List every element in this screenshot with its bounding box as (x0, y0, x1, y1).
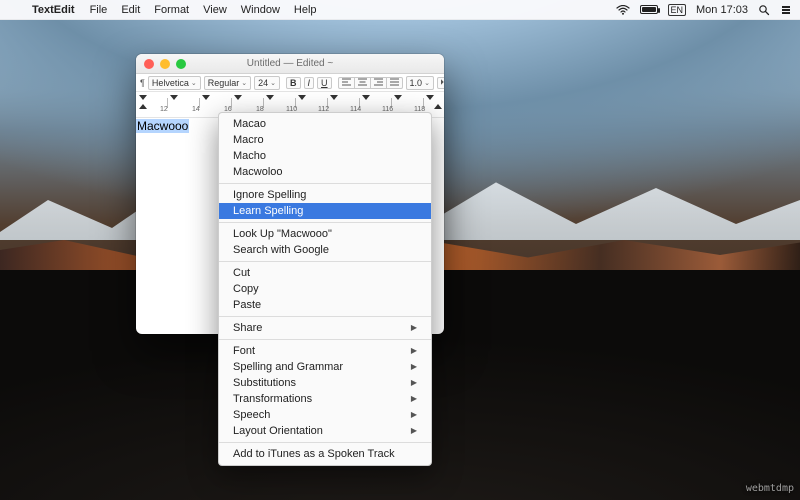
menubar-item-view[interactable]: View (196, 4, 234, 16)
ctx-font[interactable]: Font▶ (219, 343, 431, 359)
text-align-group (338, 77, 403, 89)
menubar-item-format[interactable]: Format (147, 4, 196, 16)
ctx-suggestion[interactable]: Macao (219, 116, 431, 132)
spotlight-icon[interactable] (758, 4, 770, 16)
chevron-right-icon: ▶ (411, 392, 417, 406)
ctx-share[interactable]: Share▶ (219, 320, 431, 336)
window-titlebar[interactable]: Untitled — Edited ~ (136, 54, 444, 74)
menubar-item-help[interactable]: Help (287, 4, 324, 16)
ctx-spelling-grammar[interactable]: Spelling and Grammar▶ (219, 359, 431, 375)
ctx-cut[interactable]: Cut (219, 265, 431, 281)
ctx-ignore-spelling[interactable]: Ignore Spelling (219, 187, 431, 203)
traffic-light-minimize[interactable] (160, 59, 170, 69)
ctx-paste[interactable]: Paste (219, 297, 431, 313)
menubar-item-window[interactable]: Window (234, 4, 287, 16)
font-family-select[interactable]: Helvetica⌄ (148, 76, 201, 90)
ctx-copy[interactable]: Copy (219, 281, 431, 297)
chevron-right-icon: ▶ (411, 376, 417, 390)
chevron-right-icon: ▶ (411, 344, 417, 358)
menubar-clock[interactable]: Mon 17:03 (696, 4, 748, 16)
selected-text[interactable]: Macwooo (136, 119, 189, 133)
chevron-right-icon: ▶ (411, 424, 417, 438)
italic-button[interactable]: I (304, 77, 315, 89)
outdent-button[interactable] (437, 77, 444, 89)
ctx-search-google[interactable]: Search with Google (219, 242, 431, 258)
notification-center-icon[interactable] (780, 4, 792, 16)
chevron-right-icon: ▶ (411, 321, 417, 335)
ctx-speech[interactable]: Speech▶ (219, 407, 431, 423)
bold-button[interactable]: B (286, 77, 301, 89)
wifi-icon[interactable] (616, 5, 630, 15)
battery-icon[interactable] (640, 5, 658, 14)
chevron-right-icon: ▶ (411, 408, 417, 422)
menubar: TextEdit File Edit Format View Window He… (0, 0, 800, 20)
menubar-app-name[interactable]: TextEdit (24, 4, 83, 16)
ctx-suggestion[interactable]: Macho (219, 148, 431, 164)
menubar-item-file[interactable]: File (83, 4, 115, 16)
menubar-item-edit[interactable]: Edit (114, 4, 147, 16)
list-group (437, 77, 444, 89)
traffic-light-zoom[interactable] (176, 59, 186, 69)
align-center-button[interactable] (355, 77, 371, 89)
ctx-layout-orientation[interactable]: Layout Orientation▶ (219, 423, 431, 439)
ctx-transformations[interactable]: Transformations▶ (219, 391, 431, 407)
ctx-lookup[interactable]: Look Up "Macwooo" (219, 226, 431, 242)
underline-button[interactable]: U (317, 77, 332, 89)
chevron-right-icon: ▶ (411, 360, 417, 374)
ctx-learn-spelling[interactable]: Learn Spelling (219, 203, 431, 219)
traffic-light-close[interactable] (144, 59, 154, 69)
align-right-button[interactable] (371, 77, 387, 89)
line-spacing-select[interactable]: 1.0⌄ (406, 76, 434, 90)
paragraph-styles-icon[interactable]: ¶ (140, 77, 145, 89)
input-language-indicator[interactable]: EN (668, 4, 687, 16)
ctx-add-to-itunes[interactable]: Add to iTunes as a Spoken Track (219, 446, 431, 462)
font-weight-select[interactable]: Regular⌄ (204, 76, 251, 90)
ctx-suggestion[interactable]: Macwoloo (219, 164, 431, 180)
watermark: webmtdmp (746, 483, 794, 494)
format-toolbar: ¶ Helvetica⌄ Regular⌄ 24⌄ B I U 1.0⌄ (136, 74, 444, 92)
align-justify-button[interactable] (387, 77, 403, 89)
context-menu: Macao Macro Macho Macwoloo Ignore Spelli… (218, 112, 432, 466)
ctx-substitutions[interactable]: Substitutions▶ (219, 375, 431, 391)
align-left-button[interactable] (338, 77, 355, 89)
ctx-suggestion[interactable]: Macro (219, 132, 431, 148)
font-size-select[interactable]: 24⌄ (254, 76, 280, 90)
